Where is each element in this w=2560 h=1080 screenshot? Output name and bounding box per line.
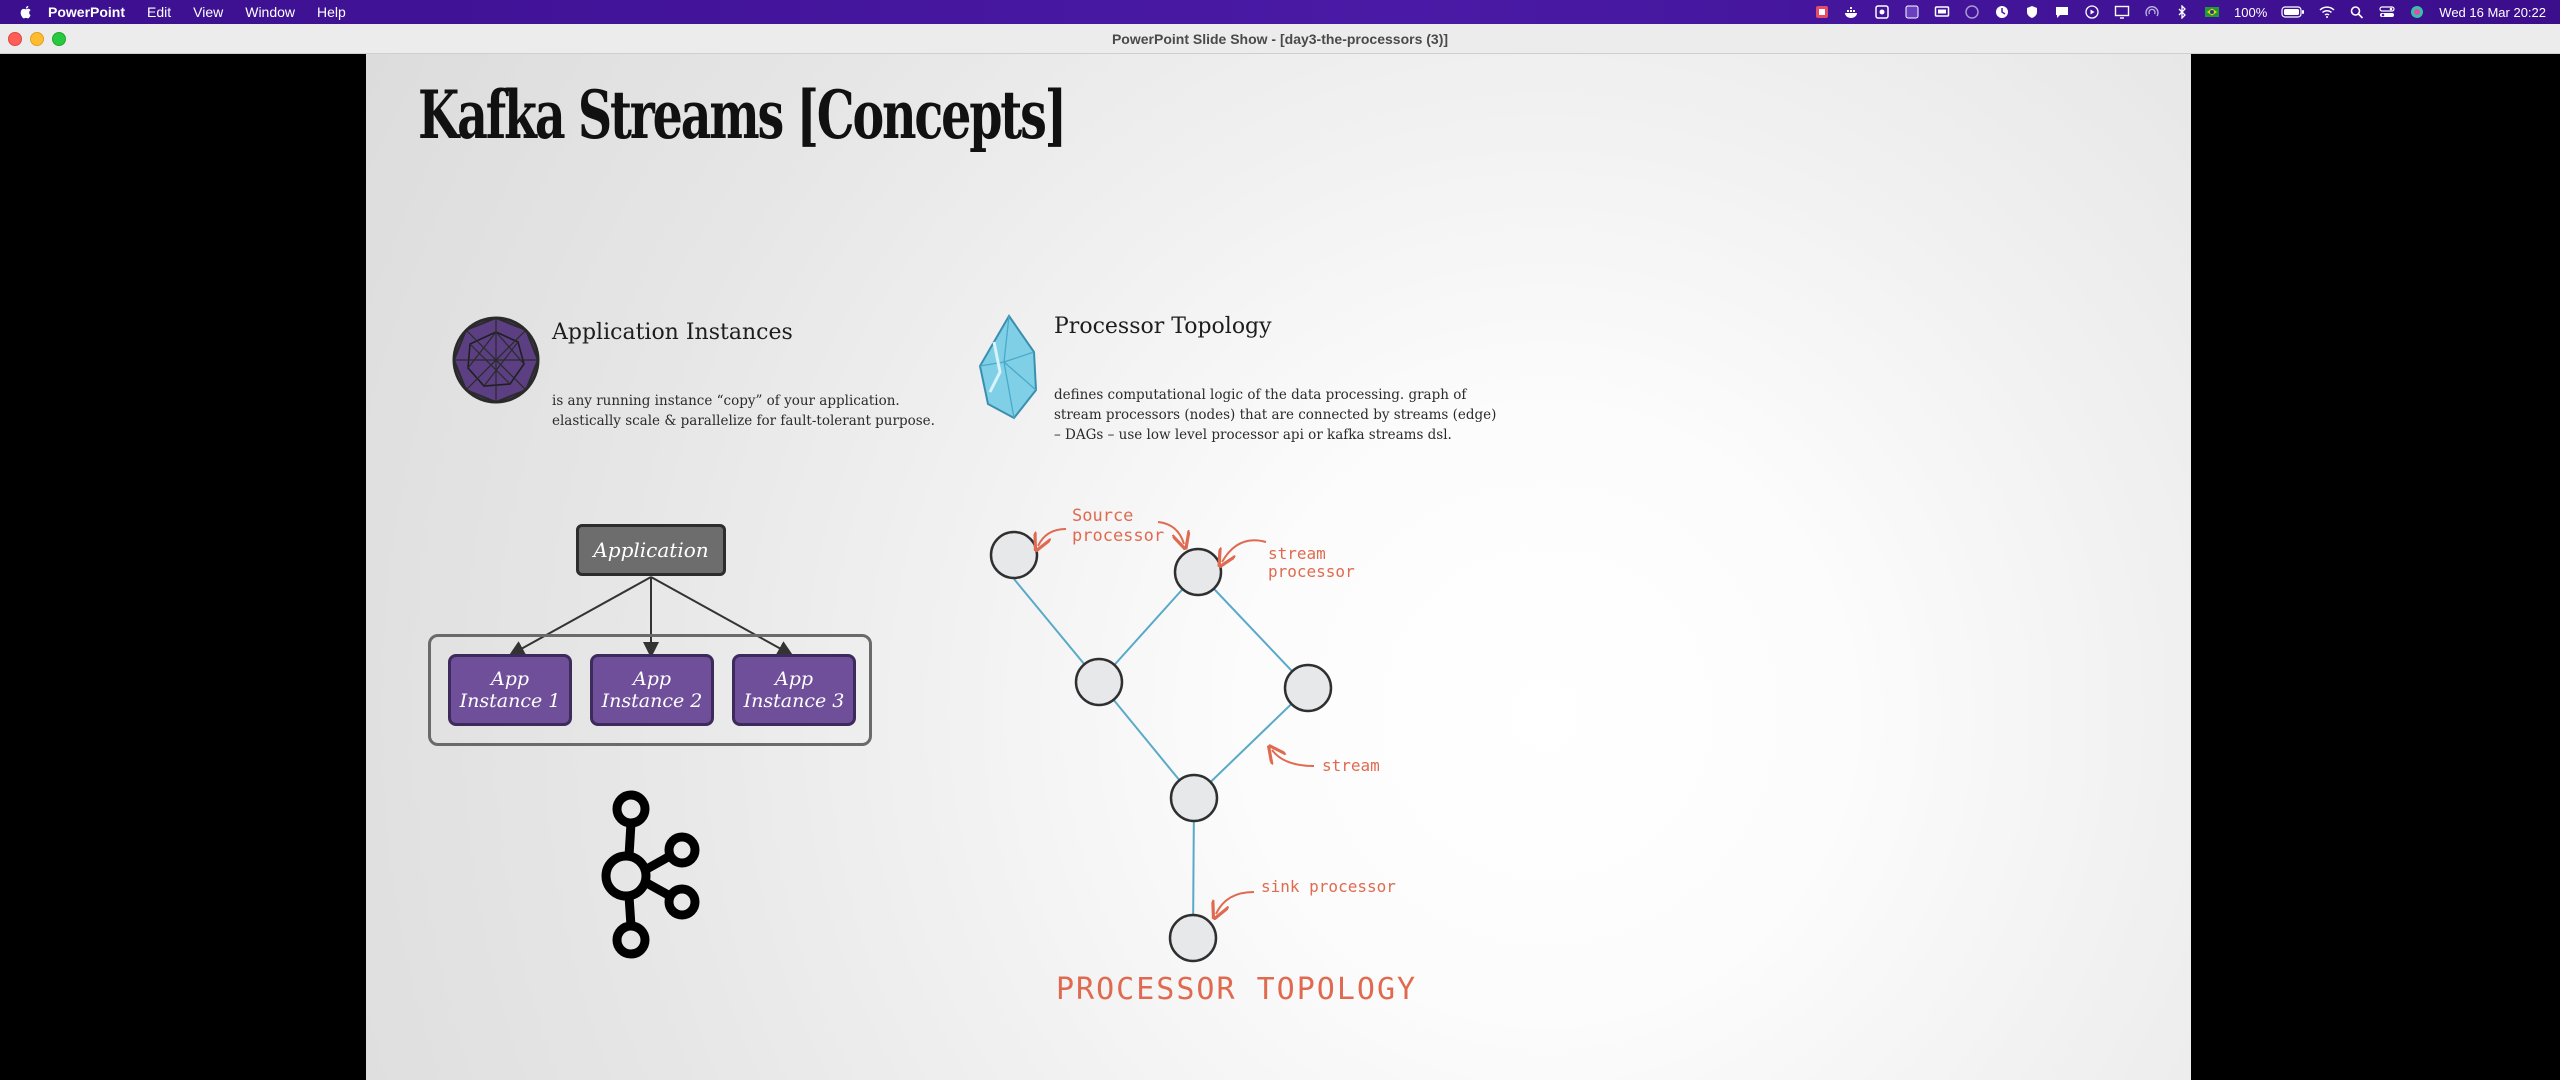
menu-edit[interactable]: Edit: [147, 4, 171, 20]
menu-window[interactable]: Window: [245, 4, 295, 20]
app-icon[interactable]: [1904, 5, 1920, 19]
wifi-icon[interactable]: [2319, 5, 2335, 19]
apple-icon[interactable]: [18, 4, 34, 20]
airdrop-icon[interactable]: [2144, 5, 2160, 19]
siri-icon[interactable]: [2409, 5, 2425, 19]
search-icon[interactable]: [2349, 5, 2365, 19]
source-label-2: processor: [1072, 526, 1165, 546]
stream-processor-label-1: stream: [1268, 544, 1326, 563]
menu-app-name[interactable]: PowerPoint: [48, 4, 125, 20]
close-button[interactable]: [8, 32, 22, 46]
source-label-1: Source: [1072, 506, 1134, 526]
stream-processor-label-2: processor: [1268, 562, 1355, 581]
window-controls: [8, 32, 66, 46]
topology-caption: PROCESSOR TOPOLOGY: [1056, 972, 1418, 1007]
battery-percent: 100%: [2234, 4, 2268, 20]
control-center-icon[interactable]: [2379, 5, 2395, 19]
app-icon[interactable]: [1874, 5, 1890, 19]
notion-icon[interactable]: [1814, 5, 1830, 19]
clock-icon[interactable]: [1994, 5, 2010, 19]
bluetooth-icon[interactable]: [2174, 5, 2190, 19]
minimize-button[interactable]: [30, 32, 44, 46]
menu-help[interactable]: Help: [317, 4, 346, 20]
window-title: PowerPoint Slide Show - [day3-the-proces…: [1111, 30, 1449, 47]
menu-view[interactable]: View: [193, 4, 223, 20]
window-title-bar: PowerPoint Slide Show - [day3-the-proces…: [0, 24, 2560, 54]
battery-icon[interactable]: [2281, 5, 2305, 19]
chat-icon[interactable]: [2054, 5, 2070, 19]
sink-processor-label: sink processor: [1261, 877, 1396, 896]
slide[interactable]: Kafka Streams [Concepts] Application Ins…: [366, 54, 2191, 1080]
shield-icon[interactable]: [2024, 5, 2040, 19]
screen-icon[interactable]: [1934, 5, 1950, 19]
docker-icon[interactable]: [1844, 5, 1860, 19]
play-icon[interactable]: [2084, 5, 2100, 19]
stream-label: stream: [1322, 756, 1380, 775]
display-icon[interactable]: [2114, 5, 2130, 19]
flag-icon[interactable]: [2204, 5, 2220, 19]
menu-clock[interactable]: Wed 16 Mar 20:22: [2439, 5, 2546, 20]
fullscreen-button[interactable]: [52, 32, 66, 46]
moon-icon[interactable]: [1964, 5, 1980, 19]
menu-bar: PowerPoint Edit View Window Help 100% We…: [0, 0, 2560, 24]
